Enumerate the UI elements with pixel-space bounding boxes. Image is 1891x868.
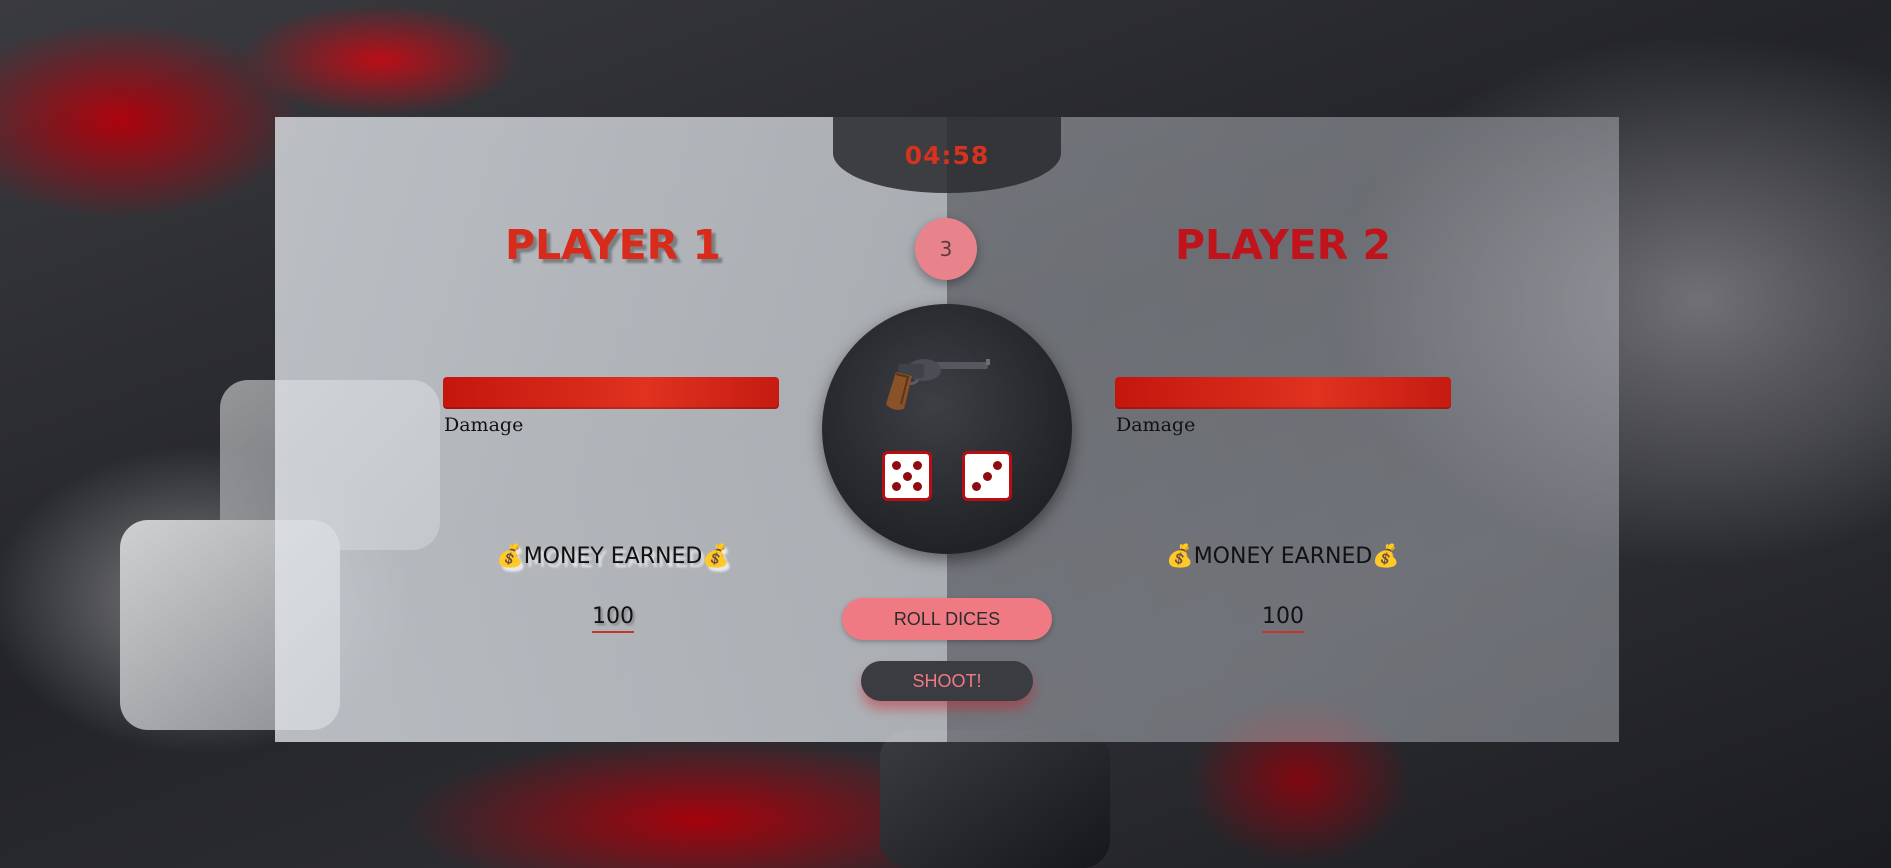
player-2-damage-bar	[1115, 377, 1451, 409]
player-1-damage-bar	[443, 377, 779, 409]
die-pip	[972, 481, 982, 491]
shoot-button[interactable]: SHOOT!	[861, 661, 1033, 701]
die-pip	[902, 471, 912, 481]
die-pip	[892, 461, 902, 471]
die-pip	[982, 471, 992, 481]
player-1-money-value: 100	[443, 604, 783, 633]
round-badge: 3	[915, 218, 977, 280]
roll-dice-button[interactable]: ROLL DICES	[842, 598, 1052, 640]
player-2-title: PLAYER 2	[1174, 221, 1392, 269]
die-2	[962, 451, 1012, 501]
player-1-title: PLAYER 1	[504, 221, 722, 269]
timer-text: 04:58	[904, 140, 990, 170]
background-die	[880, 730, 1110, 868]
player-2-money-amount: 100	[1262, 604, 1304, 633]
dice-arena	[822, 304, 1072, 554]
die-pip	[892, 481, 902, 491]
game-timer: 04:58	[833, 117, 1061, 193]
game-panel: 04:58 PLAYER 1 3 PLAYER 2 Damage Damage …	[275, 117, 1619, 742]
player-1-damage-label: Damage	[444, 414, 524, 436]
player-1-money-amount: 100	[592, 604, 634, 633]
player-1-money-label: 💰MONEY EARNED💰	[496, 544, 730, 569]
revolver-icon	[886, 359, 990, 410]
die-pip	[992, 461, 1002, 471]
player-2-money-label: 💰MONEY EARNED💰	[1166, 544, 1400, 569]
die-1	[882, 451, 932, 501]
die-pip	[912, 461, 922, 471]
player-2-money-value: 100	[1113, 604, 1453, 633]
die-pip	[912, 481, 922, 491]
player-2-damage-label: Damage	[1116, 414, 1196, 436]
